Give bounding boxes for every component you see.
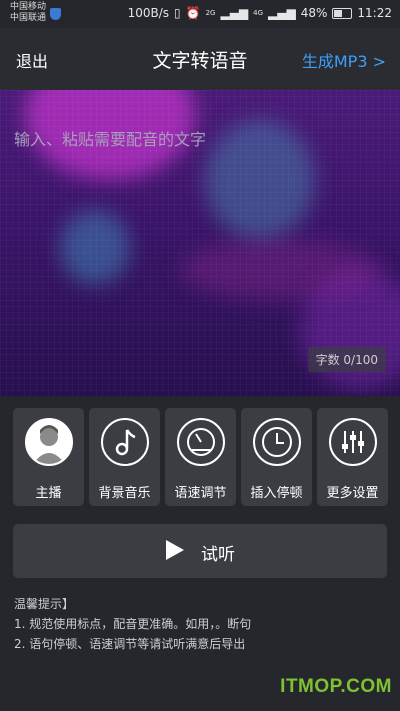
tool-speed-label: 语速调节 [174,486,227,501]
battery-icon [332,7,353,19]
signal-4g-label: 4G [253,9,264,17]
tool-speed[interactable]: 语速调节 [165,408,236,506]
tool-pause[interactable]: 插入停顿 [241,408,312,506]
tips-title: 温馨提示】 [14,597,75,611]
speed-gauge-icon [176,418,225,466]
clock-time: 11:22 [357,6,392,20]
tool-bar: 主播 背景音乐 语速调节 插入停顿 更多设置 [13,408,388,506]
tool-pause-label: 插入停顿 [250,486,303,501]
tool-settings-label: 更多设置 [326,486,379,501]
carrier-info: 中国移动 中国联通 [10,2,46,24]
preview-label: 试听 [201,545,235,565]
tool-settings[interactable]: 更多设置 [317,408,388,506]
watermark-logo: ITMOP.COM [280,676,392,697]
tips-line-1: 1. 规范使用标点，配音更准确。如用，。断句 [14,617,252,631]
preview-button[interactable]: 试听 [13,524,387,578]
carrier-2: 中国联通 [10,13,47,23]
sliders-icon [328,418,377,466]
play-icon [166,540,184,560]
signal-2g-label: 2G [205,9,216,17]
vibrate-icon: ▯ [174,6,181,20]
alarm-icon: ⏰ [185,6,201,20]
anchor-avatar-icon [24,418,73,466]
text-editor-area: 字数 0/100 [0,90,400,396]
char-counter: 字数 0/100 [307,347,386,372]
clock-icon [252,418,301,466]
music-note-icon [100,418,149,466]
tool-anchor[interactable]: 主播 [13,408,84,506]
app-header: 退出 文字转语音 生成MP3 > [0,28,400,90]
status-right: 100B/s ▯ ⏰ 2G ▂▄▆ 4G ▂▄▆ 48% 11:22 [128,6,392,20]
battery-percent: 48% [300,6,328,20]
status-bar: 中国移动 中国联通 100B/s ▯ ⏰ 2G ▂▄▆ 4G ▂▄▆ 48% 1… [0,0,400,28]
tips-panel: 温馨提示】 1. 规范使用标点，配音更准确。如用，。断句 2. 语句停顿、语速调… [14,594,251,654]
exit-button[interactable]: 退出 [16,48,48,72]
tool-bgm[interactable]: 背景音乐 [89,408,160,506]
carrier-1: 中国移动 [10,2,47,12]
signal-icon-2: ▂▄▆ [268,6,296,20]
signal-icon: ▂▄▆ [220,6,249,20]
tool-anchor-label: 主播 [35,486,62,501]
tool-bgm-label: 背景音乐 [98,486,151,501]
shield-icon [50,8,61,20]
generate-mp3-button[interactable]: 生成MP3 > [302,48,386,72]
tips-line-2: 2. 语句停顿、语速调节等请试听满意后导出 [14,637,246,651]
net-speed: 100B/s [127,6,170,20]
